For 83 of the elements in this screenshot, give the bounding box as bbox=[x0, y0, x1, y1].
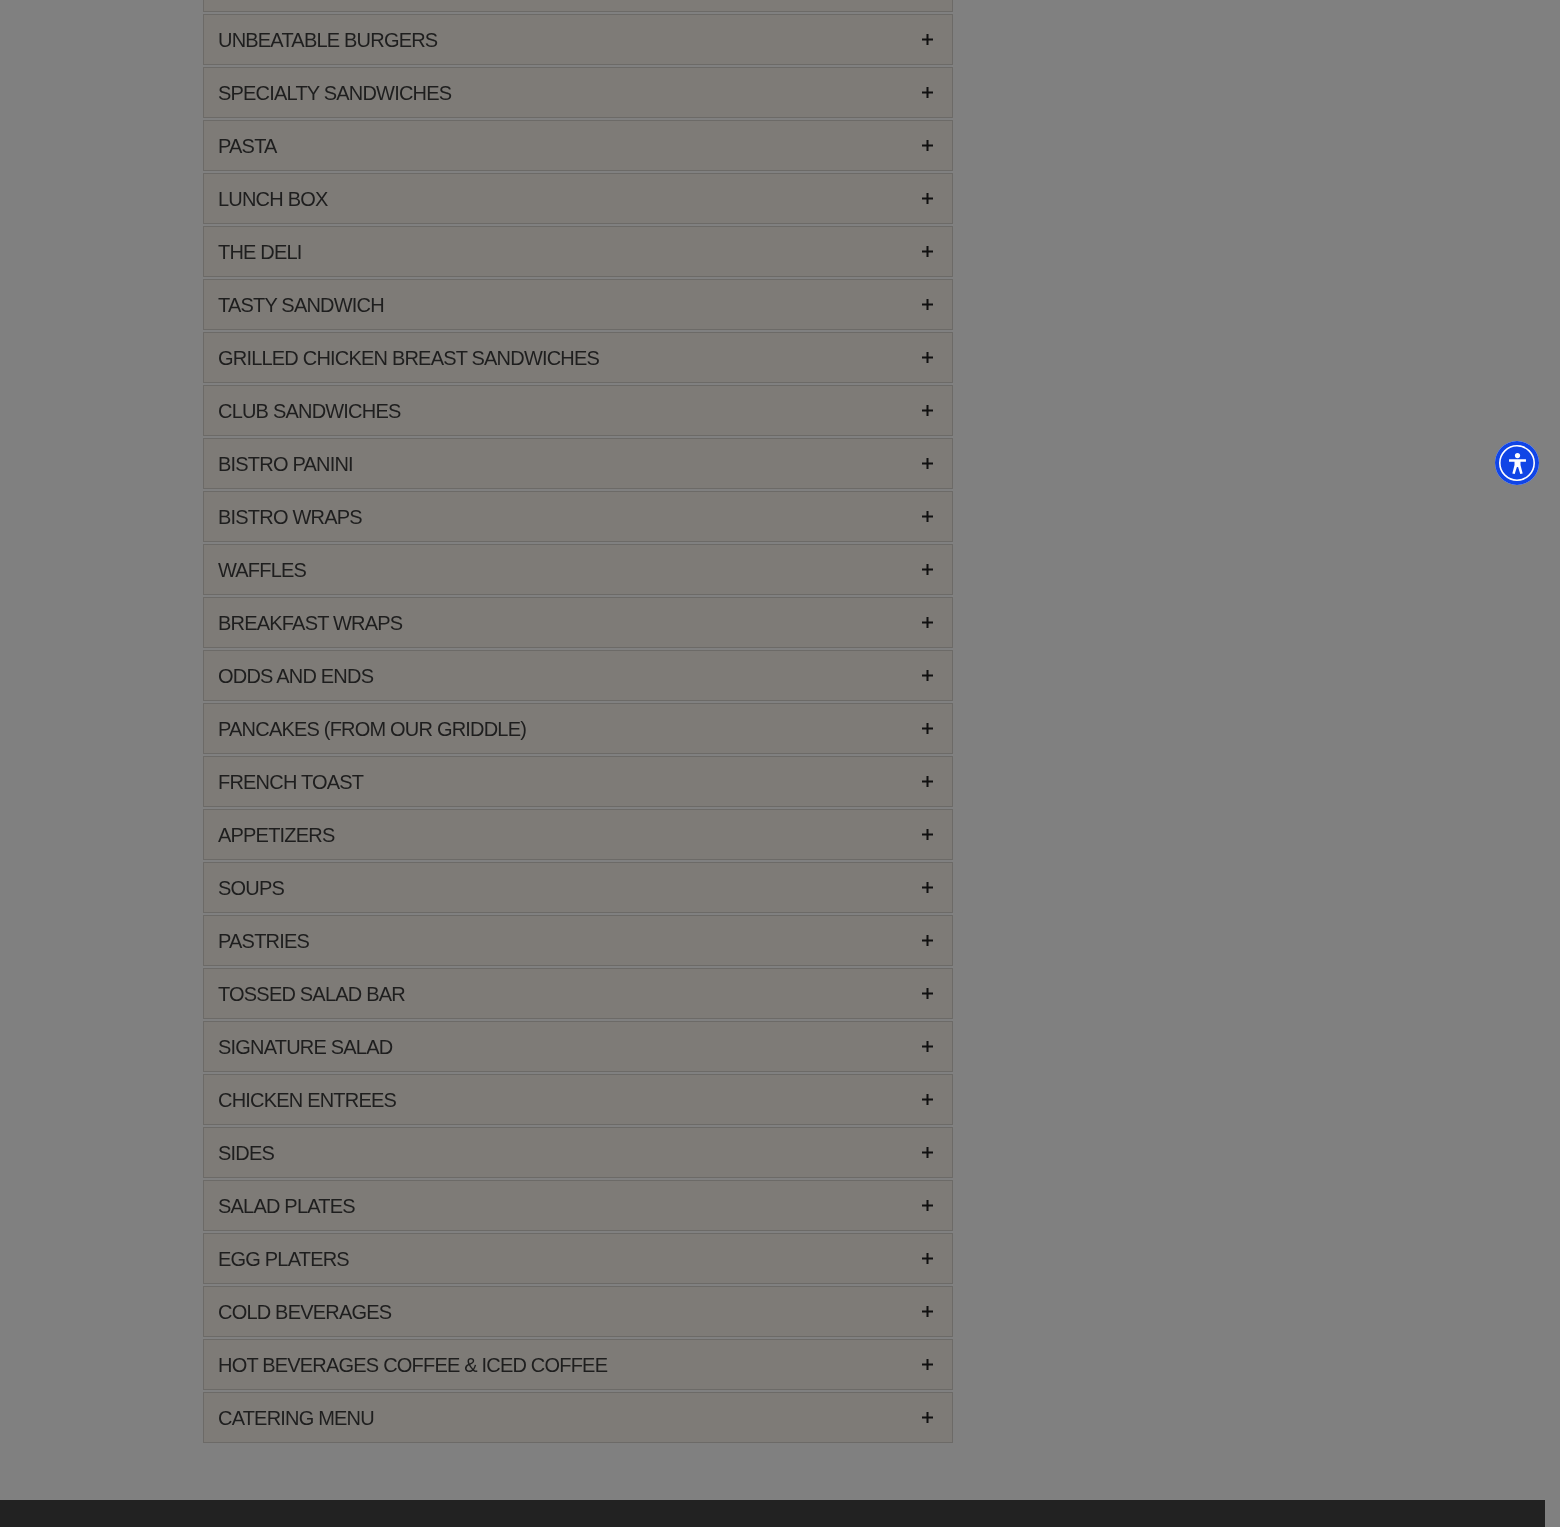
plus-icon bbox=[922, 776, 933, 787]
accordion-item[interactable]: APPETIZERS bbox=[203, 809, 953, 860]
accordion-item[interactable]: TASTY SANDWICH bbox=[203, 279, 953, 330]
accordion-item[interactable]: CLUB SANDWICHES bbox=[203, 385, 953, 436]
plus-icon bbox=[922, 882, 933, 893]
accordion-item[interactable]: LUNCH BOX bbox=[203, 173, 953, 224]
category-title: BISTRO WRAPS bbox=[218, 504, 362, 529]
accordion-item[interactable]: THE DELI bbox=[203, 226, 953, 277]
plus-icon bbox=[922, 246, 933, 257]
plus-icon bbox=[922, 1253, 933, 1264]
person-icon bbox=[1508, 452, 1526, 474]
accordion-item[interactable]: SIDES bbox=[203, 1127, 953, 1178]
accordion-item[interactable]: HOT BEVERAGES COFFEE & ICED COFFEE bbox=[203, 1339, 953, 1390]
plus-icon bbox=[922, 1041, 933, 1052]
category-title: SIDES bbox=[218, 1140, 275, 1165]
category-title: SOUPS bbox=[218, 875, 285, 900]
category-title: EGG PLATERS bbox=[218, 1246, 349, 1271]
category-title: COLD BEVERAGES bbox=[218, 1299, 392, 1324]
category-title: PANCAKES (FROM OUR GRIDDLE) bbox=[218, 716, 527, 741]
category-title: WAFFLES bbox=[218, 557, 307, 582]
category-title: LUNCH BOX bbox=[218, 186, 328, 211]
category-title: CHICKEN ENTREES bbox=[218, 1087, 397, 1112]
accordion-item[interactable]: BISTRO PANINI bbox=[203, 438, 953, 489]
category-title: CLUB SANDWICHES bbox=[218, 398, 401, 423]
accordion-item[interactable]: FRENCH TOAST bbox=[203, 756, 953, 807]
plus-icon bbox=[922, 458, 933, 469]
accordion-item[interactable]: WAFFLES bbox=[203, 544, 953, 595]
plus-icon bbox=[922, 1412, 933, 1423]
category-title: FRENCH TOAST bbox=[218, 769, 364, 794]
plus-icon bbox=[922, 564, 933, 575]
category-title: UNBEATABLE BURGERS bbox=[218, 27, 438, 52]
accordion-item[interactable]: COLD BEVERAGES bbox=[203, 1286, 953, 1337]
accordion-item[interactable]: EGG PLATERS bbox=[203, 1233, 953, 1284]
plus-icon bbox=[922, 87, 933, 98]
accordion-item[interactable]: SOUPS bbox=[203, 862, 953, 913]
plus-icon bbox=[922, 193, 933, 204]
plus-icon bbox=[922, 1094, 933, 1105]
plus-icon bbox=[922, 511, 933, 522]
category-title: BISTRO PANINI bbox=[218, 451, 353, 476]
accordion-item[interactable]: UNBEATABLE BURGERS bbox=[203, 14, 953, 65]
accordion-item[interactable]: PANCAKES (FROM OUR GRIDDLE) bbox=[203, 703, 953, 754]
accordion-item[interactable]: SPECIALTY SANDWICHES bbox=[203, 67, 953, 118]
category-title: TASTY SANDWICH bbox=[218, 292, 384, 317]
category-title: THE DELI bbox=[218, 239, 302, 264]
plus-icon bbox=[922, 34, 933, 45]
category-title: PASTA bbox=[218, 133, 277, 158]
plus-icon bbox=[922, 1359, 933, 1370]
accordion-item[interactable]: PASTA bbox=[203, 120, 953, 171]
category-title: SIGNATURE SALAD bbox=[218, 1034, 393, 1059]
category-title: TOSSED SALAD BAR bbox=[218, 981, 405, 1006]
plus-icon bbox=[922, 1200, 933, 1211]
accessibility-button[interactable] bbox=[1495, 441, 1539, 485]
accordion-item[interactable]: BISTRO WRAPS bbox=[203, 491, 953, 542]
plus-icon bbox=[922, 1306, 933, 1317]
plus-icon bbox=[922, 670, 933, 681]
plus-icon bbox=[922, 935, 933, 946]
accordion-item[interactable]: SIGNATURE SALAD bbox=[203, 1021, 953, 1072]
plus-icon bbox=[922, 1147, 933, 1158]
accordion-item[interactable]: ODDS AND ENDS bbox=[203, 650, 953, 701]
accordion-item[interactable]: BREAKFAST WRAPS bbox=[203, 597, 953, 648]
category-title: HOT BEVERAGES COFFEE & ICED COFFEE bbox=[218, 1352, 608, 1377]
accordion-item[interactable]: SALAD PLATES bbox=[203, 1180, 953, 1231]
plus-icon bbox=[922, 829, 933, 840]
accordion-item[interactable]: CHICKEN ENTREES bbox=[203, 1074, 953, 1125]
accordion-item[interactable]: PASTRIES bbox=[203, 915, 953, 966]
plus-icon bbox=[922, 352, 933, 363]
category-title: ODDS AND ENDS bbox=[218, 663, 374, 688]
plus-icon bbox=[922, 140, 933, 151]
accordion-item[interactable]: TOSSED SALAD BAR bbox=[203, 968, 953, 1019]
category-title: CATERING MENU bbox=[218, 1405, 374, 1430]
category-title: PASTRIES bbox=[218, 928, 310, 953]
plus-icon bbox=[922, 299, 933, 310]
accordion-item[interactable]: CATERING MENU bbox=[203, 1392, 953, 1443]
plus-icon bbox=[922, 617, 933, 628]
category-title: BREAKFAST WRAPS bbox=[218, 610, 403, 635]
accordion-item[interactable]: GRILLED CHICKEN BREAST SANDWICHES bbox=[203, 332, 953, 383]
plus-icon bbox=[922, 723, 933, 734]
category-title: SPECIALTY SANDWICHES bbox=[218, 80, 452, 105]
category-title: SALAD PLATES bbox=[218, 1193, 355, 1218]
category-title: APPETIZERS bbox=[218, 822, 335, 847]
category-title: GRILLED CHICKEN BREAST SANDWICHES bbox=[218, 345, 600, 370]
plus-icon bbox=[922, 988, 933, 999]
plus-icon bbox=[922, 405, 933, 416]
